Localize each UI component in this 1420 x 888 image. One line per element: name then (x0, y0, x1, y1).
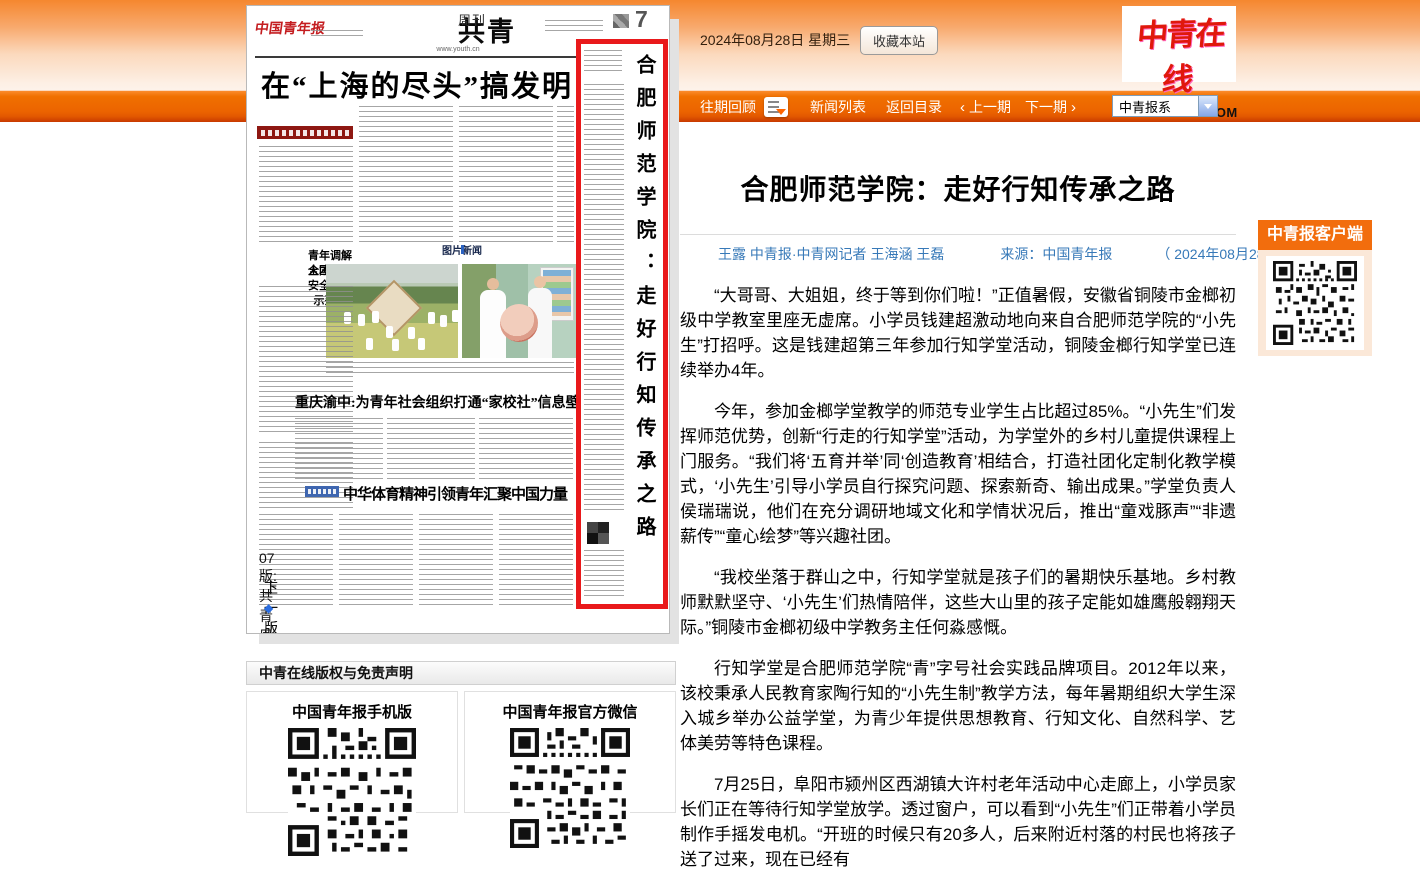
date-text: 2024年08月28日 星期三 (700, 30, 850, 50)
photo-sign (366, 280, 423, 337)
byline-divider (680, 234, 1236, 235)
article-paragraph: 今年，参加金榔学堂教学的师范专业学生占比超过85%。“小先生”们发挥师范优势，创… (680, 399, 1236, 549)
np-masthead-credits (545, 20, 603, 32)
next-page-diamond-icon: ◆ (264, 601, 273, 615)
dropdown-value: 中青报系 (1113, 97, 1198, 116)
article-source: 来源：中国青年报 (1000, 244, 1112, 264)
paper-series-dropdown[interactable]: 中青报系 (1112, 95, 1218, 117)
np-text-block (359, 106, 453, 246)
np-text-block (479, 418, 573, 480)
hl-byline-block (584, 50, 622, 74)
np-text-block (419, 514, 493, 606)
newspaper-page-panel: 中国青年报 共青 周刊 www.youth.cn 7 在“上海的尽头”搞发明 青… (246, 5, 670, 634)
np-text-block (259, 286, 353, 436)
np-text-block (557, 106, 574, 246)
np-weekly-suffix: 周刊 (458, 10, 486, 29)
article-main: 合肥师范学院：走好行知传承之路 王露 中青报·中青网记者 王海涵 王磊 来源：中… (680, 150, 1236, 888)
sidebar-app-header: 中青报客户端 (1258, 220, 1372, 250)
np-text-block (295, 418, 383, 480)
logo-calligraphy: 中青在线 (1118, 7, 1240, 101)
np-text-block (387, 418, 475, 480)
np-masthead-thumbnail (613, 14, 629, 28)
photo-round-artwork (500, 304, 538, 342)
article-title: 合肥师范学院：走好行知传承之路 (680, 168, 1236, 208)
np-text-block (499, 514, 573, 606)
nav-item-news-list[interactable]: 新闻列表 (810, 97, 866, 117)
np-site-url: www.youth.cn (388, 46, 528, 53)
nav-item-past-issues[interactable]: 往期回顾 (700, 97, 756, 117)
highlighted-article-region[interactable]: 合肥师范学院：走好行知传承之路 (576, 39, 668, 609)
article-paragraph: “我校坐落于群山之中，行知学堂就是孩子们的暑期快乐基地。乡村教师默默坚守、‘小先… (680, 565, 1236, 640)
article-byline-row: 王露 中青报·中青网记者 王海涵 王磊 来源：中国青年报 （ 2024年08月2… (680, 244, 1236, 264)
np-masthead-dateline (311, 30, 363, 36)
nav-item-back-to-catalog[interactable]: 返回目录 (886, 97, 942, 117)
site-logo[interactable]: 中青在线 WWW.CYOL.COM (1122, 6, 1236, 82)
qr-code-icon (587, 522, 609, 544)
copyright-bar: 中青在线版权与免责声明 (246, 661, 676, 685)
np-text-block (259, 146, 353, 244)
prev-issue-arrow-icon[interactable]: ‹ (960, 99, 965, 116)
app-qr-code-icon (1266, 256, 1364, 350)
main-nav: 往期回顾 新闻列表 返回目录 ‹ 上一期 下一期 › (700, 92, 1080, 122)
article-authors: 王露 中青报·中青网记者 王海涵 王磊 (718, 244, 944, 264)
photo-person-head (534, 276, 546, 288)
next-issue-arrow-icon[interactable]: › (1071, 99, 1076, 116)
mobile-version-box: 中国青年报手机版 (246, 691, 458, 813)
hl-vertical-headline: 合肥师范学院：走好行知传承之路 (630, 54, 659, 594)
wechat-official-box: 中国青年报官方微信 (464, 691, 676, 813)
article-body: “大哥哥、大姐姐，终于等到你们啦！”正值暑假，安徽省铜陵市金榔初级中学教室里座无… (680, 283, 1236, 872)
qr-code-icon (510, 728, 630, 848)
hl-article-text (584, 84, 624, 514)
np-headline-main: 在“上海的尽头”搞发明 (257, 63, 577, 105)
np-forum-tag (305, 486, 339, 497)
np-page-number: 7 (635, 6, 648, 33)
favorite-site-button[interactable]: 收藏本站 (860, 26, 938, 55)
wechat-official-title: 中国青年报官方微信 (465, 701, 675, 722)
photo-person-head (487, 278, 499, 290)
hl-article-text (584, 550, 624, 596)
nav-item-next-issue[interactable]: 下一期 (1025, 97, 1067, 117)
np-photo-artwork (462, 264, 576, 358)
sidebar-app-panel (1258, 250, 1372, 356)
label-bar-icon (461, 245, 464, 254)
issue-list-icon[interactable] (764, 97, 788, 117)
np-text-block (339, 514, 413, 606)
article-paragraph: 7月25日，阜阳市颍州区西湖镇大许村老年活动中心走廊上，小学员家长们正在等待行知… (680, 772, 1236, 872)
np-photo-caption (326, 362, 574, 376)
chevron-down-icon[interactable] (1198, 96, 1217, 116)
article-paragraph: 行知学堂是合肥师范学院“青”字号社会实践品牌项目。2012年以来，该校秉承人民教… (680, 656, 1236, 756)
np-headline-left: 青年调解人才撑起 全国青年安全生产示范园 (255, 249, 355, 264)
mobile-version-title: 中国青年报手机版 (247, 701, 457, 722)
np-headline-mid: 重庆渝中:为青年社会组织打通“家校社”信息壁垒 (295, 392, 576, 412)
qr-code-icon (1273, 261, 1357, 345)
qr-code-icon (288, 728, 416, 856)
np-text-block (459, 106, 553, 246)
np-headline-bottom: 中华体育精神引领青年汇聚中国力量 (343, 483, 576, 504)
nav-item-prev-issue[interactable]: 上一期 (969, 97, 1011, 117)
np-red-tag (257, 126, 353, 139)
article-paragraph: “大哥哥、大姐姐，终于等到你们啦！”正值暑假，安徽省铜陵市金榔初级中学教室里座无… (680, 283, 1236, 383)
